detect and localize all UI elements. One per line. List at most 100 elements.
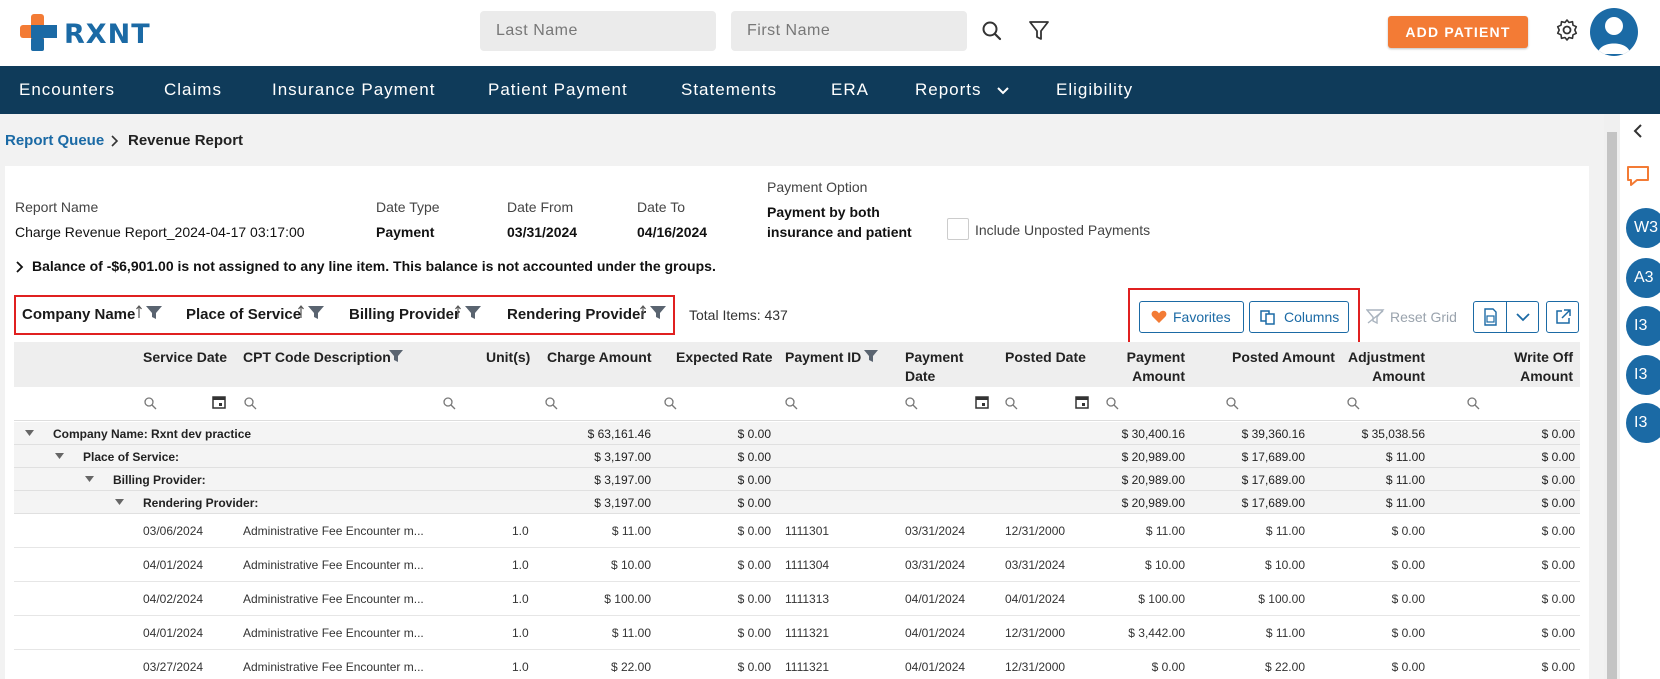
- columns-button[interactable]: Columns: [1249, 301, 1349, 333]
- table-row[interactable]: 04/01/2024 Administrative Fee Encounter …: [14, 616, 1580, 650]
- search-icon[interactable]: [1105, 396, 1119, 410]
- group-chip-company-name[interactable]: Company Name: [22, 306, 135, 323]
- group-expected: $ 0.00: [737, 450, 771, 464]
- chevron-down-icon[interactable]: [997, 86, 1009, 96]
- clear-filter-icon[interactable]: [1366, 309, 1386, 325]
- table-row[interactable]: 03/06/2024 Administrative Fee Encounter …: [14, 514, 1580, 548]
- group-row[interactable]: Place of Service: $ 3,197.00 $ 0.00 $ 20…: [14, 445, 1580, 468]
- group-payment: $ 30,400.16: [1121, 427, 1185, 441]
- header-payment-amount-1[interactable]: Payment: [1100, 348, 1185, 367]
- nav-insurance-payment[interactable]: Insurance Payment: [272, 66, 435, 114]
- sort-filter-icon[interactable]: [640, 304, 670, 320]
- cell-units: 1.0: [512, 592, 529, 606]
- header-units[interactable]: Unit(s): [486, 348, 530, 367]
- group-row[interactable]: Rendering Provider: $ 3,197.00 $ 0.00 $ …: [14, 491, 1580, 514]
- sort-filter-icon[interactable]: [298, 304, 328, 320]
- group-chip-billing-provider[interactable]: Billing Provider: [349, 306, 460, 323]
- rail-bubble-i3[interactable]: I3: [1626, 355, 1660, 395]
- payment-option-label: Payment Option: [767, 179, 868, 195]
- search-icon[interactable]: [143, 396, 157, 410]
- rail-bubble-i3[interactable]: I3: [1626, 403, 1660, 443]
- group-row[interactable]: Company Name: Rxnt dev practice $ 63,161…: [14, 422, 1580, 445]
- open-external-button[interactable]: [1546, 301, 1579, 333]
- search-icon[interactable]: [979, 18, 1005, 44]
- search-icon[interactable]: [544, 396, 558, 410]
- header-cpt-code[interactable]: CPT Code Description: [243, 348, 391, 367]
- nav-reports[interactable]: Reports: [915, 66, 982, 114]
- collapse-caret-icon[interactable]: [85, 476, 94, 482]
- group-writeoff: $ 0.00: [1541, 496, 1575, 510]
- group-row[interactable]: Billing Provider: $ 3,197.00 $ 0.00 $ 20…: [14, 468, 1580, 491]
- first-name-input[interactable]: [731, 11, 967, 51]
- cell-charge: $ 100.00: [604, 592, 651, 606]
- nav-patient-payment[interactable]: Patient Payment: [488, 66, 628, 114]
- reset-grid-button[interactable]: Reset Grid: [1390, 309, 1457, 325]
- expand-chevron-icon[interactable]: [15, 261, 25, 273]
- header-posted-date[interactable]: Posted Date: [1005, 348, 1086, 367]
- rxnt-logo[interactable]: RXNT: [20, 14, 160, 52]
- search-icon[interactable]: [663, 396, 677, 410]
- nav-eligibility[interactable]: Eligibility: [1056, 66, 1133, 114]
- header-posted-amount[interactable]: Posted Amount: [1232, 348, 1335, 367]
- header-write-off-1[interactable]: Write Off: [1488, 348, 1573, 367]
- table-row[interactable]: 04/01/2024 Administrative Fee Encounter …: [14, 548, 1580, 582]
- header-payment-id[interactable]: Payment ID: [785, 348, 861, 367]
- search-icon[interactable]: [784, 396, 798, 410]
- header-payment-amount-2[interactable]: Amount: [1100, 367, 1185, 386]
- header-adjustment-1[interactable]: Adjustment: [1340, 348, 1425, 367]
- search-icon[interactable]: [1466, 396, 1480, 410]
- group-chip-rendering-provider[interactable]: Rendering Provider: [507, 306, 646, 323]
- nav-statements[interactable]: Statements: [681, 66, 777, 114]
- nav-encounters[interactable]: Encounters: [19, 66, 115, 114]
- add-patient-button[interactable]: ADD PATIENT: [1388, 16, 1528, 48]
- search-icon[interactable]: [243, 396, 257, 410]
- gear-icon[interactable]: [1554, 17, 1580, 43]
- export-excel-icon[interactable]: [1482, 308, 1498, 326]
- favorites-button[interactable]: Favorites: [1139, 301, 1244, 333]
- search-icon[interactable]: [1225, 396, 1239, 410]
- breadcrumb-report-queue[interactable]: Report Queue: [5, 132, 104, 149]
- header-adjustment-2[interactable]: Amount: [1340, 367, 1425, 386]
- search-icon[interactable]: [1004, 396, 1018, 410]
- column-filter-icon[interactable]: [863, 349, 879, 363]
- search-icon[interactable]: [904, 396, 918, 410]
- include-unposted-checkbox[interactable]: [947, 218, 969, 240]
- chat-icon[interactable]: [1625, 164, 1651, 188]
- scrollbar-thumb[interactable]: [1607, 132, 1617, 679]
- rail-bubble-i3[interactable]: I3: [1626, 306, 1660, 346]
- header-service-date[interactable]: Service Date: [143, 348, 227, 367]
- table-row[interactable]: 03/27/2024 Administrative Fee Encounter …: [14, 650, 1580, 679]
- include-unposted-label: Include Unposted Payments: [975, 222, 1151, 238]
- header-payment-date-1[interactable]: Payment: [905, 348, 963, 367]
- user-avatar[interactable]: [1590, 8, 1638, 56]
- search-icon[interactable]: [442, 396, 456, 410]
- calendar-icon[interactable]: [212, 395, 226, 409]
- chevron-down-icon[interactable]: [1516, 312, 1530, 322]
- cell-expected: $ 0.00: [737, 626, 771, 640]
- group-name: Billing Provider:: [113, 473, 206, 487]
- nav-era[interactable]: ERA: [831, 66, 869, 114]
- column-filter-icon[interactable]: [388, 349, 404, 363]
- rail-bubble-w3[interactable]: W3: [1626, 208, 1660, 248]
- collapse-caret-icon[interactable]: [25, 430, 34, 436]
- header-expected-rate[interactable]: Expected Rate: [676, 348, 772, 367]
- collapse-caret-icon[interactable]: [55, 453, 64, 459]
- rail-bubble-a3[interactable]: A3: [1626, 258, 1660, 298]
- calendar-icon[interactable]: [1075, 395, 1089, 409]
- group-chip-place-of-service[interactable]: Place of Service: [186, 306, 301, 323]
- filter-icon[interactable]: [1026, 18, 1052, 44]
- search-icon[interactable]: [1346, 396, 1360, 410]
- export-button-group[interactable]: [1473, 301, 1539, 333]
- table-row[interactable]: 04/02/2024 Administrative Fee Encounter …: [14, 582, 1580, 616]
- header-charge-amount[interactable]: Charge Amount: [547, 348, 651, 367]
- collapse-caret-icon[interactable]: [115, 499, 124, 505]
- header-payment-date-2[interactable]: Date: [905, 367, 935, 386]
- calendar-icon[interactable]: [975, 395, 989, 409]
- sort-filter-icon[interactable]: [455, 304, 485, 320]
- nav-claims[interactable]: Claims: [164, 66, 222, 114]
- header-write-off-2[interactable]: Amount: [1488, 367, 1573, 386]
- last-name-input[interactable]: [480, 11, 716, 51]
- collapse-chevron-icon[interactable]: [1632, 124, 1644, 138]
- sort-filter-icon[interactable]: [136, 304, 166, 320]
- cell-units: 1.0: [512, 660, 529, 674]
